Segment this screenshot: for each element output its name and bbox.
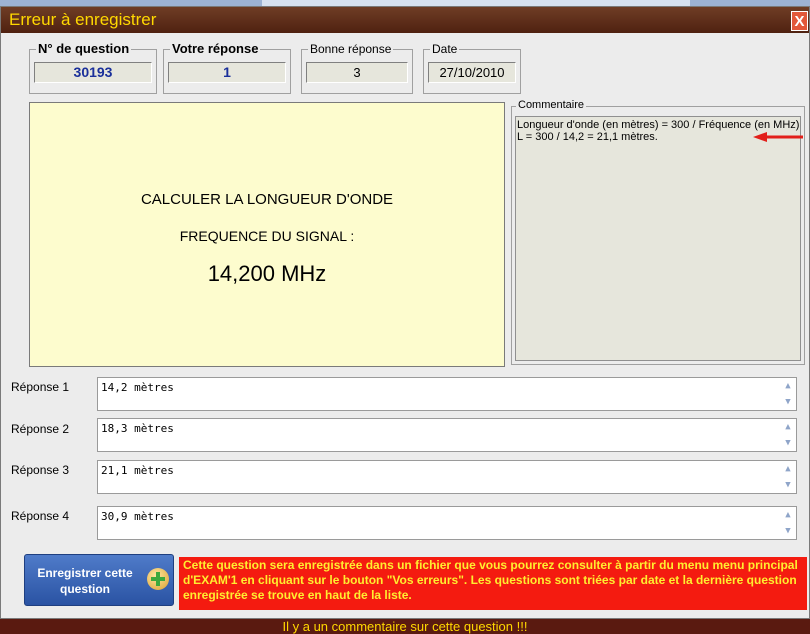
title-bar: Erreur à enregistrer X xyxy=(1,7,809,33)
response-3-value: 21,1 mètres xyxy=(101,464,174,477)
date-field: 27/10/2010 xyxy=(428,62,516,83)
scroll-up-icon[interactable]: ▲ xyxy=(781,420,795,434)
scroll-up-icon[interactable]: ▲ xyxy=(781,379,795,393)
question-line-1: CALCULER LA LONGUEUR D'ONDE xyxy=(140,191,394,208)
response-2-label: Réponse 2 xyxy=(11,422,70,436)
your-answer-group: Votre réponse 1 xyxy=(163,41,291,94)
save-button-line-2: question xyxy=(60,582,110,596)
scroll-up-icon[interactable]: ▲ xyxy=(781,462,795,476)
comment-text[interactable]: Longueur d'onde (en mètres) = 300 / Fréq… xyxy=(515,116,801,361)
question-frequency: 14,200 MHz xyxy=(207,261,327,286)
response-2-value: 18,3 mètres xyxy=(101,422,174,435)
response-1-value: 14,2 mètres xyxy=(101,381,174,394)
your-answer-field: 1 xyxy=(168,62,286,83)
response-4-label: Réponse 4 xyxy=(11,509,70,523)
correct-answer-group: Bonne réponse 3 xyxy=(301,42,413,94)
question-number-group: N° de question 30193 xyxy=(29,41,157,94)
response-3-label: Réponse 3 xyxy=(11,463,70,477)
your-answer-label: Votre réponse xyxy=(170,41,261,56)
scroll-down-icon[interactable]: ▼ xyxy=(781,436,795,450)
response-2-scrollbar[interactable]: ▲ ▼ xyxy=(781,420,795,450)
comment-line-1: Longueur d'onde (en mètres) = 300 / Fréq… xyxy=(517,119,800,131)
question-line-2: FREQUENCE DU SIGNAL : xyxy=(179,228,355,244)
info-notice: Cette question sera enregistrée dans un … xyxy=(179,557,807,610)
scroll-down-icon[interactable]: ▼ xyxy=(781,395,795,409)
correct-answer-label: Bonne réponse xyxy=(308,42,394,56)
save-button-line-1: Enregistrer cette xyxy=(37,566,133,580)
response-4-value: 30,9 mètres xyxy=(101,510,174,523)
save-question-button[interactable]: Enregistrer cette question xyxy=(24,554,174,606)
response-2-field[interactable]: 18,3 mètres ▲ ▼ xyxy=(97,418,797,452)
comment-label: Commentaire xyxy=(516,99,587,111)
red-arrow-icon xyxy=(753,132,803,142)
correct-answer-field: 3 xyxy=(306,62,408,83)
scroll-up-icon[interactable]: ▲ xyxy=(781,508,795,522)
response-3-scrollbar[interactable]: ▲ ▼ xyxy=(781,462,795,492)
question-number-label: N° de question xyxy=(36,41,132,56)
response-1-scrollbar[interactable]: ▲ ▼ xyxy=(781,379,795,409)
scroll-down-icon[interactable]: ▼ xyxy=(781,524,795,538)
response-4-field[interactable]: 30,9 mètres ▲ ▼ xyxy=(97,506,797,540)
save-button-label: Enregistrer cette question xyxy=(29,565,141,597)
comment-group: Commentaire Longueur d'onde (en mètres) … xyxy=(511,99,805,365)
scroll-down-icon[interactable]: ▼ xyxy=(781,478,795,492)
question-number-field: 30193 xyxy=(34,62,152,83)
response-1-label: Réponse 1 xyxy=(11,380,70,394)
close-button[interactable]: X xyxy=(791,11,808,31)
question-panel: CALCULER LA LONGUEUR D'ONDE FREQUENCE DU… xyxy=(29,102,505,367)
window-title: Erreur à enregistrer xyxy=(9,10,157,29)
response-4-scrollbar[interactable]: ▲ ▼ xyxy=(781,508,795,538)
date-label: Date xyxy=(430,42,460,56)
response-3-field[interactable]: 21,1 mètres ▲ ▼ xyxy=(97,460,797,494)
status-message: Il y a un commentaire sur cette question… xyxy=(282,619,528,634)
dialog-window: Erreur à enregistrer X N° de question 30… xyxy=(0,6,810,619)
add-icon xyxy=(147,568,169,590)
date-group: Date 27/10/2010 xyxy=(423,42,521,94)
response-1-field[interactable]: 14,2 mètres ▲ ▼ xyxy=(97,377,797,411)
